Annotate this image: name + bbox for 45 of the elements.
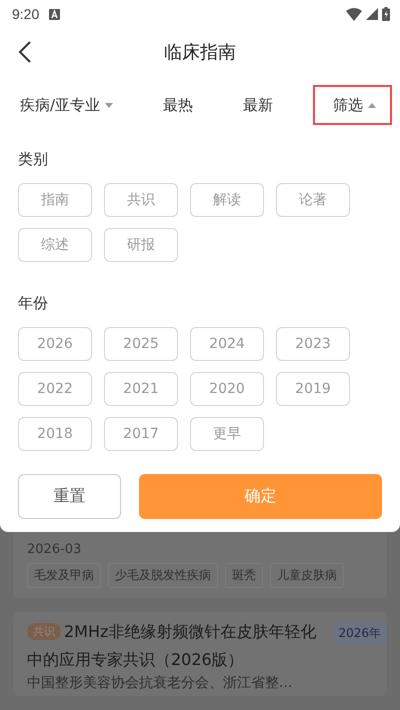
filter-tab[interactable]: 最热: [153, 85, 204, 125]
guideline-title: $^{共识}$ 2MHz非绝缘射频微针在皮肤年轻化中的应用专家共识（2026版）: [27, 621, 318, 671]
filter-chip[interactable]: 2018: [18, 417, 92, 451]
filter-chip[interactable]: 2025: [104, 327, 178, 361]
wifi-icon: [346, 8, 362, 20]
confirm-button[interactable]: 确定: [139, 474, 382, 519]
topic-tag: 儿童皮肤病: [270, 563, 344, 588]
filter-chip[interactable]: 2019: [276, 372, 350, 406]
guideline-card[interactable]: 2026-03 毛发及甲病 少毛及脱发性疾病 斑秃 儿童皮肤病: [13, 532, 387, 598]
filter-chip[interactable]: 研报: [104, 228, 178, 262]
guideline-authors: 中国整形美容协会抗衰老分会、浙江省整...: [27, 674, 294, 692]
filter-chip[interactable]: 更早: [190, 417, 264, 451]
filter-chip[interactable]: 共识: [104, 183, 178, 217]
filter-chip[interactable]: 2022: [18, 372, 92, 406]
caret-icon: [368, 102, 376, 108]
filter-chip[interactable]: 解读: [190, 183, 264, 217]
page-title: 临床指南: [164, 41, 236, 64]
section-title: 类别: [18, 150, 49, 169]
filter-chip[interactable]: 2020: [190, 372, 264, 406]
type-badge: 共识: [27, 623, 61, 640]
filter-chip[interactable]: 2021: [104, 372, 178, 406]
signal-icon: [366, 8, 378, 20]
filter-chip[interactable]: 2023: [276, 327, 350, 361]
caret-icon: [105, 102, 114, 108]
publish-date: 2026-03: [27, 542, 82, 557]
filter-tab[interactable]: 疾病/亚专业: [10, 85, 124, 125]
topic-tag: 斑秃: [225, 563, 263, 588]
filter-tab[interactable]: 筛选: [312, 85, 392, 125]
filter-chip[interactable]: 2024: [190, 327, 264, 361]
status-time: 9:20: [12, 6, 40, 22]
filter-chip[interactable]: 指南: [18, 183, 92, 217]
guideline-card[interactable]: $^{共识}$ 2MHz非绝缘射频微针在皮肤年轻化中的应用专家共识（2026版） 2026年 中国整形美容协会抗衰老分会、浙江省整...: [13, 612, 387, 696]
topic-tag: 毛发及甲病: [27, 563, 101, 588]
year-badge: 2026年: [332, 622, 387, 645]
filter-chip[interactable]: 2017: [104, 417, 178, 451]
reset-button[interactable]: 重置: [18, 474, 121, 519]
battery-icon: [382, 7, 390, 21]
notification-icon: [49, 8, 60, 20]
filter-chip[interactable]: 综述: [18, 228, 92, 262]
section-title: 年份: [18, 294, 49, 313]
filter-tab[interactable]: 最新: [233, 85, 283, 125]
back-icon[interactable]: [18, 40, 32, 64]
topic-tag: 少毛及脱发性疾病: [108, 563, 218, 588]
filter-chip[interactable]: 论著: [276, 183, 350, 217]
filter-chip[interactable]: 2026: [18, 327, 92, 361]
